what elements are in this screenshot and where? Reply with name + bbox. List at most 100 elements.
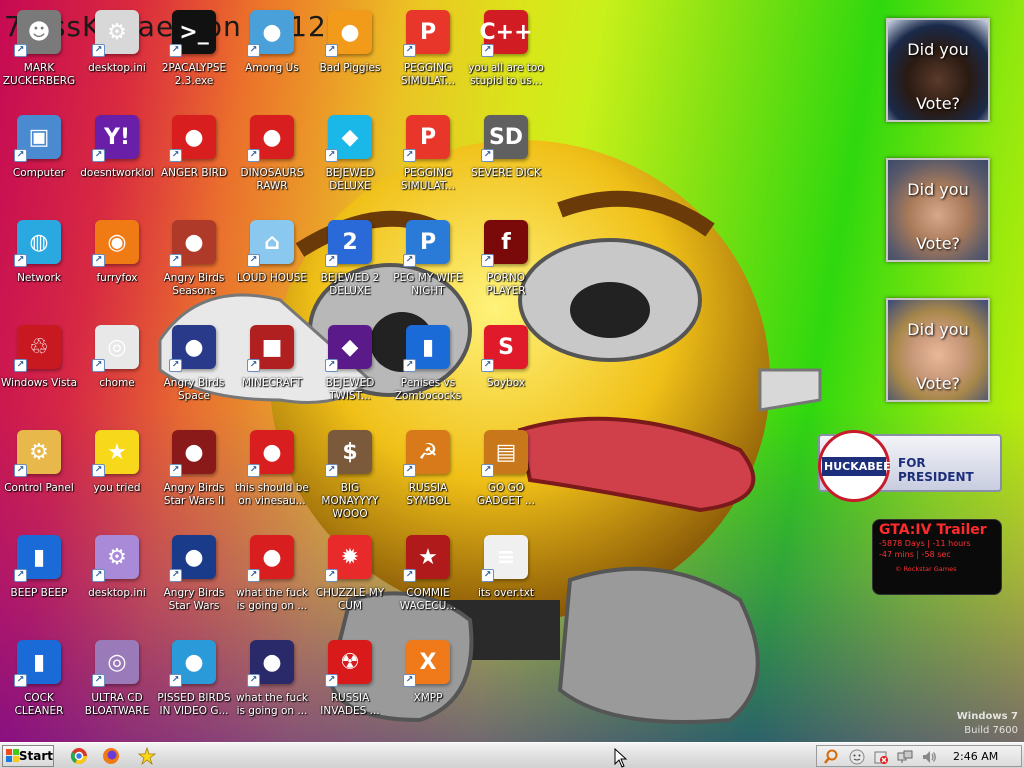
desktop-icon[interactable]: ☭ ↗ RUSSIA SYMBOL (389, 426, 467, 526)
vote-gadget-1[interactable]: Did you Vote? (886, 18, 990, 122)
blocked-icon[interactable] (873, 749, 889, 765)
desktop-icon[interactable]: ● ↗ Angry Birds Seasons (155, 216, 233, 316)
gta-countdown-gadget[interactable]: GTA:IV Trailer -5878 Days | -11 hours -4… (872, 519, 1002, 595)
desktop-icon[interactable]: ● ↗ what the fuck is going on ... (233, 636, 311, 736)
desktop-icon[interactable]: ● ↗ this should be on vinesau... (233, 426, 311, 526)
desktop-icon[interactable]: ★ ↗ COMMIE WAGECU... (389, 531, 467, 631)
desktop-icon[interactable]: ● ↗ Among Us (233, 6, 311, 106)
papers-please-icon: ★ ↗ (403, 535, 450, 582)
desktop-icon[interactable]: ● ↗ Angry Birds Star Wars (155, 531, 233, 631)
desktop-icon[interactable]: ● ↗ DINOSAURS RAWR (233, 111, 311, 211)
desktop-icon[interactable]: P ↗ PEG MY WIFE NIGHT (389, 216, 467, 316)
money-bag-icon: $ ↗ (325, 430, 372, 477)
icon-glyph: ▮ (421, 334, 435, 360)
desktop-icon[interactable]: ● ↗ what the fuck is going on ... (233, 531, 311, 631)
desktop-icon[interactable]: P ↗ PEGGING SIMULAT... (389, 111, 467, 211)
desktop-icon[interactable]: ♲ ↗ Windows Vista (0, 321, 78, 421)
desktop-icon[interactable]: ● ↗ Bad Piggies (311, 6, 389, 106)
desktop-icon[interactable]: ⚙ ↗ desktop.ini (78, 6, 156, 106)
star-wars-icon: ● ↗ (169, 535, 216, 582)
search-icon[interactable] (823, 749, 839, 765)
shortcut-arrow-icon: ↗ (92, 464, 105, 477)
desktop-icon-label: XMPP (413, 692, 443, 704)
start-button[interactable]: Start (2, 745, 54, 767)
desktop-icon[interactable]: S ↗ Soybox (467, 321, 545, 421)
huckabee-gadget[interactable]: HUCKABEE FOR PRESIDENT (818, 430, 1002, 502)
desktop-icon[interactable]: ≡ ↗ its over.txt (467, 531, 545, 631)
shortcut-arrow-icon: ↗ (14, 359, 27, 372)
network-icon[interactable] (897, 749, 913, 765)
desktop-icon[interactable]: ★ ↗ you tried (78, 426, 156, 526)
desktop-icon[interactable]: ☢ ↗ RUSSIA INVADES ... (311, 636, 389, 736)
icon-glyph: P (419, 19, 437, 45)
icon-glyph: C++ (479, 19, 533, 45)
desktop-icon[interactable]: ⌂ ↗ LOUD HOUSE (233, 216, 311, 316)
desktop-icon[interactable]: ■ ↗ MINECRAFT (233, 321, 311, 421)
desktop-icon[interactable]: ● ↗ Angry Birds Star Wars II (155, 426, 233, 526)
icon-glyph: ◎ (107, 334, 127, 360)
desktop-icon-label: what the fuck is going on ... (236, 587, 308, 612)
icon-glyph: X (419, 649, 437, 675)
desktop-icon[interactable]: ● ↗ ANGER BIRD (155, 111, 233, 211)
desktop-icon[interactable]: ● ↗ Angry Birds Space (155, 321, 233, 421)
desktop-icon[interactable]: ◎ ↗ ULTRA CD BLOATWARE (78, 636, 156, 736)
desktop-icon-label: BEJEWED DELUXE (325, 167, 375, 192)
desktop-icon[interactable]: ▤ ↗ GO GO GADGET ... (467, 426, 545, 526)
icon-glyph: ▣ (28, 124, 50, 150)
desktop-icon-label: BEJEWED 2 DELUXE (320, 272, 380, 297)
desktop-icon-label: desktop.ini (88, 62, 146, 74)
xampp-icon: X ↗ (403, 640, 450, 687)
desktop-icon-label: you tried (93, 482, 141, 494)
shortcut-arrow-icon: ↗ (403, 569, 416, 582)
icon-glyph: $ (342, 439, 358, 465)
star-icon[interactable] (138, 747, 156, 765)
among-us-icon: ● ↗ (247, 10, 294, 57)
settings-file-icon: ⚙ ↗ (92, 535, 139, 582)
taskbar-clock[interactable]: 2:46 AM (953, 750, 998, 763)
desktop-icon-label: PEGGING SIMULAT... (400, 62, 456, 87)
desktop-icon[interactable]: ⚙ ↗ Control Panel (0, 426, 78, 526)
radiation-icon: ☢ ↗ (325, 640, 372, 687)
desktop-icon[interactable]: ◉ ↗ furryfox (78, 216, 156, 316)
firefox-icon: ◉ ↗ (92, 220, 139, 267)
desktop-icon[interactable]: Y! ↗ doesntworklol (78, 111, 156, 211)
desktop-icon-label: its over.txt (477, 587, 535, 599)
desktop-icon[interactable]: ▣ ↗ Computer (0, 111, 78, 211)
icon-glyph: ⚙ (107, 544, 127, 570)
desktop-icon[interactable]: SD ↗ SEVERE DICK (467, 111, 545, 211)
desktop-icon[interactable]: ▮ ↗ Penises vs Zombococks (389, 321, 467, 421)
desktop-icon[interactable]: ▮ ↗ BEEP BEEP (0, 531, 78, 631)
desktop-icon[interactable]: C++ ↗ you all are too stupid to us... (467, 6, 545, 106)
desktop-icon[interactable]: ◍ ↗ Network (0, 216, 78, 316)
desktop-icon-label: CHUZZLE MY CUM (315, 587, 385, 612)
desktop-icon[interactable]: f ↗ PORNO PLAYER (467, 216, 545, 316)
icon-glyph: ▮ (32, 649, 46, 675)
firefox-icon[interactable] (102, 747, 120, 765)
settings-file-icon: ⚙ ↗ (92, 10, 139, 57)
volume-icon[interactable] (921, 749, 937, 765)
angry-bird-icon: ● ↗ (247, 115, 294, 162)
vote-gadget-2[interactable]: Did you Vote? (886, 158, 990, 262)
desktop-icon[interactable]: X ↗ XMPP (389, 636, 467, 736)
desktop-icon[interactable]: ● ↗ PISSED BIRDS IN VIDEO G... (155, 636, 233, 736)
desktop-icon[interactable]: ☻ ↗ MARK ZUCKERBERG (0, 6, 78, 106)
chrome-icon[interactable] (70, 747, 88, 765)
desktop-icon[interactable]: ◆ ↗ BEJEWED TWIST... (311, 321, 389, 421)
dev-cpp-icon: C++ ↗ (480, 10, 533, 57)
desktop-icon[interactable]: >_ ↗ 2PACALYPSE 2.3.exe (155, 6, 233, 106)
vote-gadget-line1: Did you (907, 180, 969, 199)
desktop-icon[interactable]: $ ↗ BIG MONAYYYY WOOO (311, 426, 389, 526)
desktop-icon[interactable]: ▮ ↗ COCK CLEANER (0, 636, 78, 736)
desktop-icon[interactable]: ◆ ↗ BEJEWED DELUXE (311, 111, 389, 211)
desktop-icon-label: MARK ZUCKERBERG (2, 62, 76, 87)
desktop-icon[interactable]: ◎ ↗ chome (78, 321, 156, 421)
control-panel-icon: ⚙ ↗ (14, 430, 61, 477)
vote-gadget-3[interactable]: Did you Vote? (886, 298, 990, 402)
icon-glyph: ⚙ (107, 19, 127, 45)
desktop-icon[interactable]: ✹ ↗ CHUZZLE MY CUM (311, 531, 389, 631)
desktop-icon[interactable]: P ↗ PEGGING SIMULAT... (389, 6, 467, 106)
desktop-icon[interactable]: ⚙ ↗ desktop.ini (78, 531, 156, 631)
smiley-icon[interactable] (849, 749, 865, 765)
desktop-icon[interactable]: 2 ↗ BEJEWED 2 DELUXE (311, 216, 389, 316)
blue-book-icon: ▮ ↗ (14, 640, 61, 687)
